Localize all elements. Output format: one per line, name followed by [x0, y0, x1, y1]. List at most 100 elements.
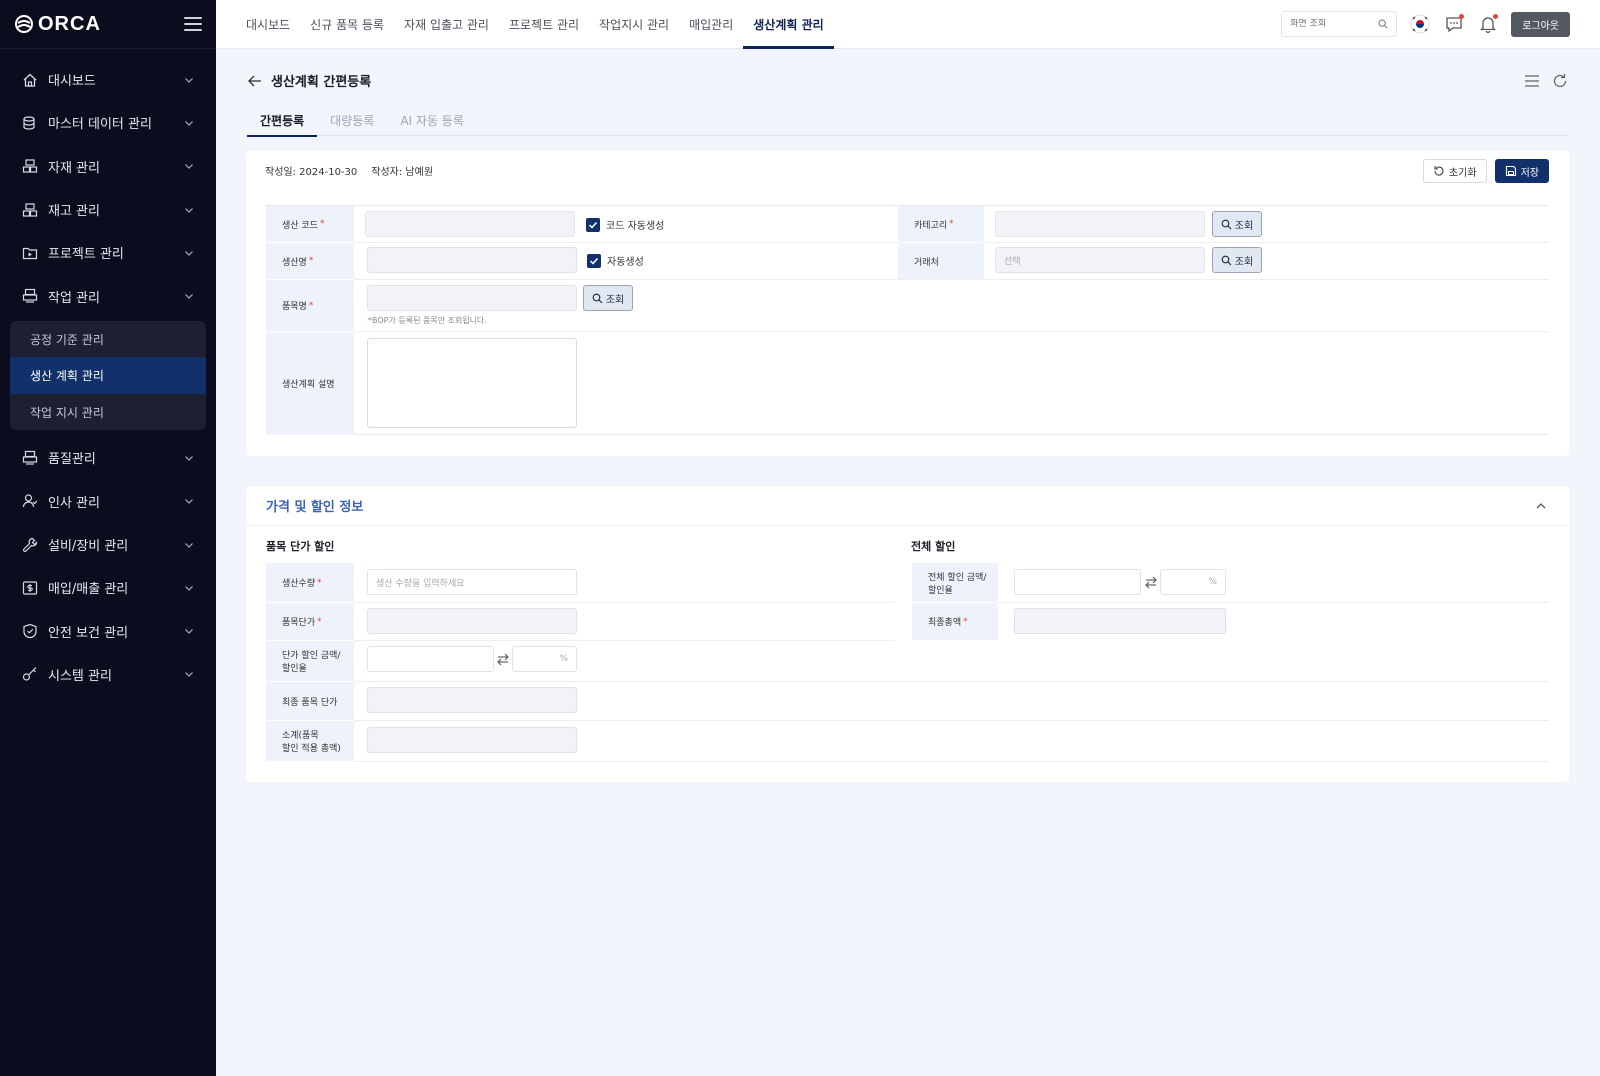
- pricing-card: 가격 및 할인 정보 품목 단가 할인 전체 할인 생산수량 * 생산 수량을 입…: [246, 486, 1569, 782]
- chevron-down-icon[interactable]: [184, 161, 194, 171]
- category-input[interactable]: [995, 211, 1205, 237]
- logout-button[interactable]: 로그아웃: [1511, 11, 1570, 37]
- chevron-down-icon[interactable]: [184, 75, 194, 85]
- chevron-down-icon[interactable]: [184, 496, 194, 506]
- final-total-input[interactable]: [1014, 608, 1226, 634]
- pricing-title: 가격 및 할인 정보: [266, 500, 364, 515]
- chevron-down-icon[interactable]: [184, 291, 194, 301]
- chevron-down-icon[interactable]: [184, 583, 194, 593]
- chevron-down-icon[interactable]: [184, 626, 194, 636]
- sidebar-item-label: 대시보드: [48, 74, 96, 90]
- sidebar-item-11[interactable]: 시스템 관리: [0, 653, 216, 696]
- sidebar-subitem-2[interactable]: 작업 지시 관리: [10, 394, 206, 431]
- code-autogen-checkbox[interactable]: 코드 자동생성: [586, 217, 664, 232]
- bell-icon[interactable]: [1477, 13, 1499, 35]
- sidebar-item-label: 안전 보건 관리: [48, 625, 129, 641]
- production-code-label: 생산 코드 *: [266, 206, 354, 242]
- client-select[interactable]: 선택: [995, 247, 1205, 273]
- top-nav-item-3[interactable]: 프로젝트 관리: [499, 0, 589, 49]
- quantity-input[interactable]: 생산 수량을 입력하세요: [367, 569, 577, 595]
- sidebar-item-3[interactable]: 재고 관리: [0, 188, 216, 231]
- top-nav-item-5[interactable]: 매입관리: [679, 0, 743, 49]
- sidebar-item-label: 프로젝트 관리: [48, 247, 124, 263]
- created-date: 작성일: 2024-10-30: [265, 167, 358, 178]
- item-lookup-button[interactable]: 조회: [583, 285, 633, 311]
- category-lookup-button[interactable]: 조회: [1212, 211, 1262, 237]
- search-icon[interactable]: [1378, 18, 1388, 30]
- top-nav-item-6[interactable]: 생산계획 관리: [743, 0, 835, 49]
- pricing-header: 가격 및 할인 정보: [246, 486, 1569, 526]
- printer-icon: [22, 450, 38, 466]
- chevron-down-icon[interactable]: [184, 540, 194, 550]
- chevron-down-icon[interactable]: [184, 248, 194, 258]
- key-icon: [22, 666, 38, 682]
- sidebar-item-10[interactable]: 안전 보건 관리: [0, 609, 216, 652]
- sidebar-item-4[interactable]: 프로젝트 관리: [0, 231, 216, 274]
- top-nav-item-2[interactable]: 자재 입출고 관리: [394, 0, 499, 49]
- save-icon: [1505, 165, 1516, 177]
- chevron-down-icon[interactable]: [184, 118, 194, 128]
- page-actions: [1524, 73, 1568, 89]
- chevron-down-icon[interactable]: [184, 453, 194, 463]
- production-name-label: 생산명 *: [266, 243, 354, 279]
- subtotal-input[interactable]: [367, 727, 577, 753]
- chevron-down-icon[interactable]: [184, 669, 194, 679]
- total-discount-rate-input[interactable]: %: [1160, 569, 1226, 595]
- sidebar-item-6[interactable]: 품질관리: [0, 436, 216, 479]
- tab-1[interactable]: 대량등록: [317, 105, 387, 136]
- autogen-label: 자동생성: [607, 257, 644, 268]
- page-title: 생산계획 간편등록: [271, 75, 372, 90]
- client-label: 거래처: [898, 243, 984, 279]
- sidebar-item-label: 자재 관리: [48, 160, 100, 176]
- sidebar-item-0[interactable]: 대시보드: [0, 58, 216, 101]
- unit-price-input[interactable]: [367, 608, 577, 634]
- chat-icon[interactable]: [1443, 13, 1465, 35]
- chevron-down-icon[interactable]: [184, 205, 194, 215]
- swap-icon[interactable]: [496, 652, 510, 666]
- sidebar-subitem-0[interactable]: 공정 기준 관리: [10, 321, 206, 358]
- sidebar-header: ORCA: [0, 0, 216, 49]
- chevron-up-icon[interactable]: [1535, 500, 1547, 512]
- quantity-label: 생산수량 *: [266, 563, 354, 602]
- final-unit-price-input[interactable]: [367, 687, 577, 713]
- list-menu-icon[interactable]: [1524, 73, 1540, 89]
- back-arrow-icon[interactable]: [248, 74, 262, 88]
- screen-search[interactable]: [1281, 11, 1398, 37]
- production-code-input[interactable]: [365, 211, 575, 237]
- logo[interactable]: ORCA: [14, 13, 101, 36]
- checkbox-checked-icon[interactable]: [586, 217, 600, 232]
- item-name-input[interactable]: [367, 285, 577, 311]
- description-textarea[interactable]: [367, 338, 577, 428]
- korea-flag-icon[interactable]: [1409, 13, 1431, 35]
- top-nav-item-4[interactable]: 작업지시 관리: [589, 0, 679, 49]
- basic-info-card: 작성일: 2024-10-30 작성자: 남예원 초기화 저장 생산 코드 * 코…: [246, 151, 1569, 456]
- checkbox-checked-icon[interactable]: [587, 253, 601, 268]
- total-discount-label: 전체 할인 금액/할인율: [912, 563, 998, 602]
- unit-discount-rate-input[interactable]: %: [512, 646, 577, 672]
- top-nav-item-1[interactable]: 신규 품목 등록: [300, 0, 394, 49]
- tab-2[interactable]: AI 자동 등록: [387, 105, 477, 136]
- client-lookup-button[interactable]: 조회: [1212, 247, 1262, 273]
- swap-icon[interactable]: [1144, 575, 1158, 589]
- production-name-input[interactable]: [367, 247, 577, 273]
- top-nav-item-0[interactable]: 대시보드: [236, 0, 300, 49]
- sidebar-item-8[interactable]: 설비/장비 관리: [0, 523, 216, 566]
- sidebar-item-1[interactable]: 마스터 데이터 관리: [0, 101, 216, 144]
- top-nav: 대시보드 신규 품목 등록 자재 입출고 관리 프로젝트 관리 작업지시 관리 매입관리 생…: [216, 0, 835, 49]
- sidebar-subitem-1[interactable]: 생산 계획 관리: [10, 357, 206, 394]
- refresh-icon[interactable]: [1552, 73, 1568, 89]
- final-total-label: 최종총액 *: [912, 603, 998, 640]
- sidebar-menu: 대시보드마스터 데이터 관리자재 관리재고 관리프로젝트 관리작업 관리: [0, 49, 216, 318]
- total-discount-amount-input[interactable]: [1014, 569, 1141, 595]
- sidebar-item-2[interactable]: 자재 관리: [0, 145, 216, 188]
- sidebar-item-5[interactable]: 작업 관리: [0, 274, 216, 317]
- screen-search-input[interactable]: [1290, 19, 1379, 29]
- sidebar-item-9[interactable]: 매입/매출 관리: [0, 566, 216, 609]
- tab-0[interactable]: 간편등록: [247, 105, 318, 137]
- unit-discount-amount-input[interactable]: [367, 646, 494, 672]
- save-button[interactable]: 저장: [1494, 159, 1549, 183]
- autogen-checkbox[interactable]: 자동생성: [587, 253, 644, 268]
- menu-toggle-icon[interactable]: [184, 17, 202, 31]
- sidebar-item-7[interactable]: 인사 관리: [0, 480, 216, 523]
- reset-button[interactable]: 초기화: [1422, 159, 1487, 183]
